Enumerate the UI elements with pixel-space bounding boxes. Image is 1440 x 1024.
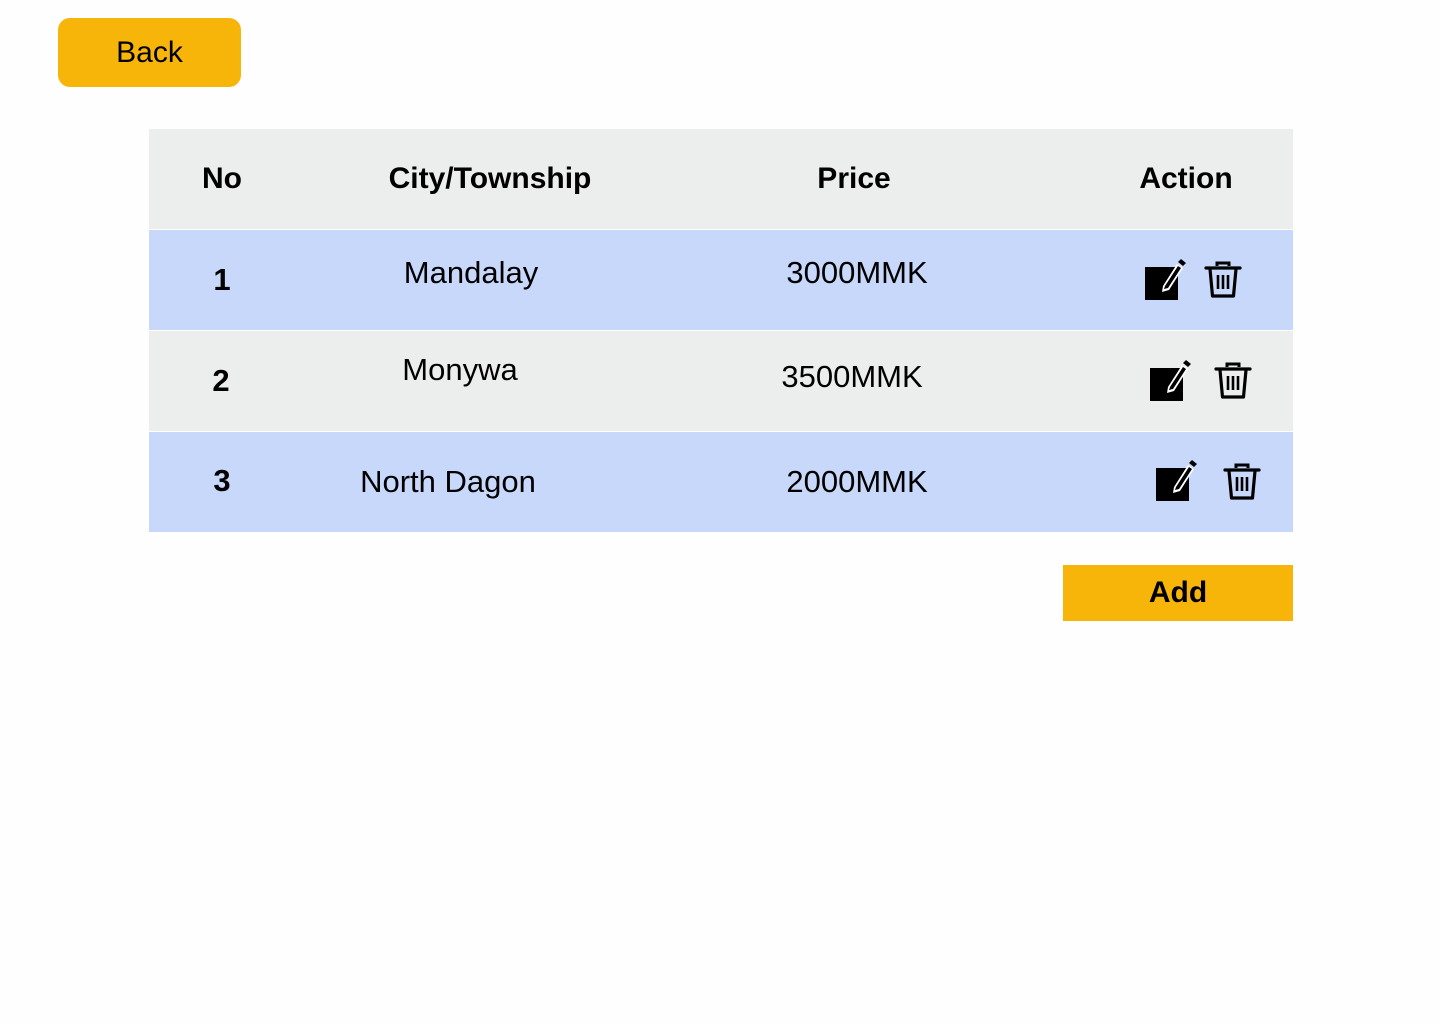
row-city: Monywa [402,352,518,387]
trash-icon[interactable] [1210,358,1256,404]
column-header-action: Action [1139,162,1233,195]
row-city: North Dagon [360,464,536,499]
page: Back No City/Township Price Action 1 Man… [0,0,1440,1024]
edit-icon[interactable] [1142,257,1188,303]
delivery-price-table: No City/Township Price Action 1 Mandalay… [149,129,1293,533]
column-header-no: No [202,162,242,195]
edit-icon[interactable] [1153,458,1199,504]
add-button-label: Add [1148,576,1208,609]
row-number: 2 [212,363,230,398]
trash-icon[interactable] [1200,257,1246,303]
edit-icon[interactable] [1147,358,1193,404]
row-price: 3000MMK [786,255,928,290]
table-row: 3 North Dagon 2000MMK [149,432,1293,532]
table-row: 2 Monywa 3500MMK [149,331,1293,431]
column-header-price: Price [817,162,891,195]
trash-icon[interactable] [1219,459,1265,505]
back-button[interactable]: Back [58,18,241,87]
row-number: 3 [213,463,231,498]
table-row: 1 Mandalay 3000MMK [149,230,1293,330]
row-price: 2000MMK [786,464,928,499]
back-button-label: Back [116,35,183,69]
column-header-city: City/Township [388,162,592,195]
add-button[interactable]: Add [1063,565,1293,621]
row-city: Mandalay [403,255,539,290]
table-header-row: No City/Township Price Action [149,129,1293,229]
row-number: 1 [213,262,231,297]
row-price: 3500MMK [781,359,923,394]
